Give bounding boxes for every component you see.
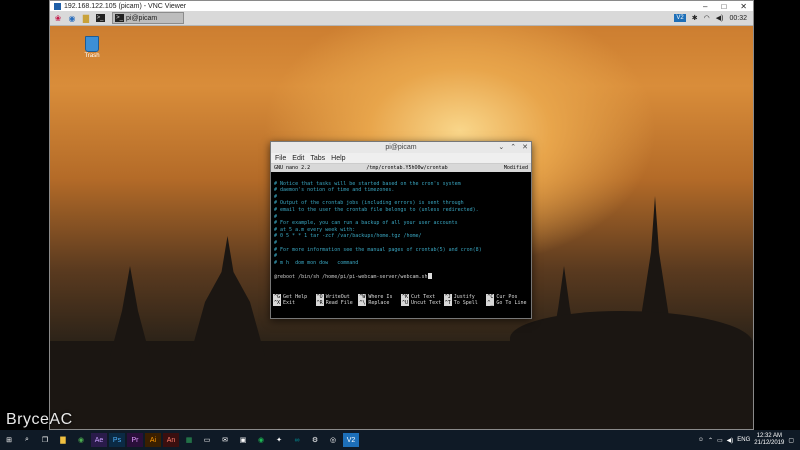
notifications-icon[interactable]: ▢ [788, 437, 794, 444]
after-effects-icon[interactable]: Ae [91, 433, 107, 447]
terminal-icon[interactable]: >_ [94, 12, 106, 24]
chevron-up-icon[interactable]: ⌃ [708, 437, 713, 444]
illustrator-icon[interactable]: Ai [145, 433, 161, 447]
comment-line: # For example, you can run a backup of a… [274, 220, 458, 227]
mail-icon[interactable]: ✉ [217, 433, 233, 447]
pi-taskbar: ❀ ◉ ▇ >_ >_ pi@picam V2 ✱ ◠ ◀) 00:32 [50, 11, 753, 26]
trash-label: Trash [84, 53, 100, 59]
terminal-titlebar[interactable]: pi@picam ⌄ ⌃ ✕ [271, 142, 531, 153]
animate-icon[interactable]: An [163, 433, 179, 447]
shortcut-read-file[interactable]: ^R Read File [315, 300, 359, 306]
vnc-tray-icon[interactable]: V2 [674, 14, 686, 22]
arduino-icon[interactable]: ∞ [289, 433, 305, 447]
clock-date: 21/12/2019 [754, 440, 785, 446]
search-icon[interactable]: ⌕ [19, 433, 35, 447]
file-explorer-icon[interactable]: ▇ [55, 433, 71, 447]
wifi-icon[interactable]: ◠ [704, 14, 710, 22]
nano-version: GNU nano 2.2 [274, 165, 311, 171]
bluetooth-icon[interactable]: ✱ [692, 14, 698, 22]
app-icon[interactable]: ⚙ [307, 433, 323, 447]
photoshop-icon[interactable]: Ps [109, 433, 125, 447]
comment-line: # [274, 213, 278, 220]
shortcut-replace[interactable]: ^\ Replace [358, 300, 401, 306]
crontab-command-line: @reboot /bin/sh /home/pi/pi-webcam-serve… [274, 273, 428, 280]
comment-line: # For more information see the manual pa… [274, 246, 482, 253]
excel-icon[interactable]: ▦ [181, 433, 197, 447]
windows-taskbar: ⊞ ⌕ ❐ ▇ ◉ Ae Ps Pr Ai An ▦ ▭ ✉ ▣ ◉ ✦ ∞ ⚙… [0, 430, 800, 450]
trash-icon [85, 36, 99, 52]
comment-line: # 0 5 * * 1 tar -zcf /var/backups/home.t… [274, 233, 422, 240]
file-manager-icon[interactable]: ▇ [80, 12, 92, 24]
terminal-app-icon[interactable]: ▭ [199, 433, 215, 447]
vnc-title: 192.168.122.105 (picam) - VNC Viewer [64, 3, 187, 10]
nano-header: GNU nano 2.2 /tmp/crontab.Y5hO0w/crontab… [271, 164, 531, 172]
language-indicator[interactable]: ENG [737, 437, 750, 443]
menu-edit[interactable]: Edit [292, 155, 304, 162]
shortcut-row: ^X Exit ^R Read File ^\ Replace ^U Uncut Tex… [273, 300, 529, 306]
trash-desktop-icon[interactable]: Trash [80, 36, 104, 59]
terminal-task-label: pi@picam [126, 14, 158, 22]
raspberry-menu-icon[interactable]: ❀ [52, 12, 64, 24]
temple-silhouette [110, 266, 150, 356]
shortcut-to-spell[interactable]: ^T To Spell [443, 300, 487, 306]
nano-editor[interactable]: # Notice that tasks will be started base… [271, 172, 531, 294]
browser-icon[interactable]: ◉ [66, 12, 78, 24]
app-icon[interactable]: ◎ [325, 433, 341, 447]
network-icon[interactable]: ▭ [717, 437, 723, 444]
terminal-menubar: File Edit Tabs Help [271, 153, 531, 164]
shortcut-uncut-text[interactable]: ^U Uncut Text [401, 300, 444, 306]
system-tray: ☺ ⌃ ▭ ◀) ENG 12:32 AM 21/12/2019 ▢ [698, 433, 800, 447]
volume-icon[interactable]: ◀) [727, 437, 734, 444]
nano-file-path: /tmp/crontab.Y5hO0w/crontab [366, 165, 448, 171]
task-view-icon[interactable]: ❐ [37, 433, 53, 447]
minimize-button[interactable]: – [703, 2, 707, 11]
terminal-title: pi@picam [385, 144, 417, 151]
text-cursor [427, 272, 432, 279]
terminal-window: pi@picam ⌄ ⌃ ✕ File Edit Tabs Help GNU n… [270, 141, 532, 319]
comment-line: # at 5 a.m every week with: [274, 226, 356, 233]
nano-shortcut-bar: ^G Get Help ^O WriteOut ^W Where Is ^K Cut T… [271, 294, 531, 306]
comment-line: # [274, 253, 278, 260]
clock: 00:32 [729, 14, 747, 22]
menu-file[interactable]: File [275, 155, 286, 162]
comment-line: # daemon's notion of time and timezones. [274, 187, 395, 194]
close-icon[interactable]: ✕ [522, 143, 528, 151]
comment-line: # [274, 193, 278, 200]
premiere-icon[interactable]: Pr [127, 433, 143, 447]
vnc-viewer-taskbar-icon[interactable]: V2 [343, 433, 359, 447]
chevron-up-icon[interactable]: ⌃ [510, 143, 516, 151]
nano-status: Modified [503, 165, 528, 171]
comment-line: # Notice that tasks will be started base… [274, 180, 461, 187]
comment-line: # m h dom mon dow command [274, 259, 359, 266]
close-button[interactable]: ✕ [740, 2, 747, 11]
chrome-icon[interactable]: ◉ [73, 433, 89, 447]
comment-line: # Output of the crontab jobs (including … [274, 200, 464, 207]
remote-desktop: ❀ ◉ ▇ >_ >_ pi@picam V2 ✱ ◠ ◀) 00:32 Tra… [50, 11, 753, 429]
menu-tabs[interactable]: Tabs [310, 155, 325, 162]
people-icon[interactable]: ☺ [698, 437, 704, 443]
windows-clock[interactable]: 12:32 AM 21/12/2019 [754, 433, 784, 447]
terminal-task-button[interactable]: >_ pi@picam [112, 12, 184, 24]
watermark: BryceAC [6, 411, 73, 428]
spotify-icon[interactable]: ◉ [253, 433, 269, 447]
vnc-logo-icon [54, 3, 61, 10]
shortcut-exit[interactable]: ^X Exit [273, 300, 316, 306]
tree-silhouette [510, 311, 753, 371]
maximize-button[interactable]: □ [721, 2, 726, 11]
app-icon[interactable]: ▣ [235, 433, 251, 447]
comment-line: # [274, 239, 278, 246]
clock-time: 12:32 AM [756, 433, 782, 439]
chevron-down-icon[interactable]: ⌄ [498, 143, 504, 151]
temple-silhouette [190, 236, 265, 356]
volume-icon[interactable]: ◀) [716, 14, 724, 22]
shortcut-go-to-line[interactable]: ^_ Go To Line [486, 300, 529, 306]
menu-help[interactable]: Help [331, 155, 345, 162]
app-icon[interactable]: ✦ [271, 433, 287, 447]
start-icon[interactable]: ⊞ [1, 433, 17, 447]
comment-line: # email to the user the crontab file bel… [274, 206, 479, 213]
terminal-icon: >_ [115, 14, 124, 22]
